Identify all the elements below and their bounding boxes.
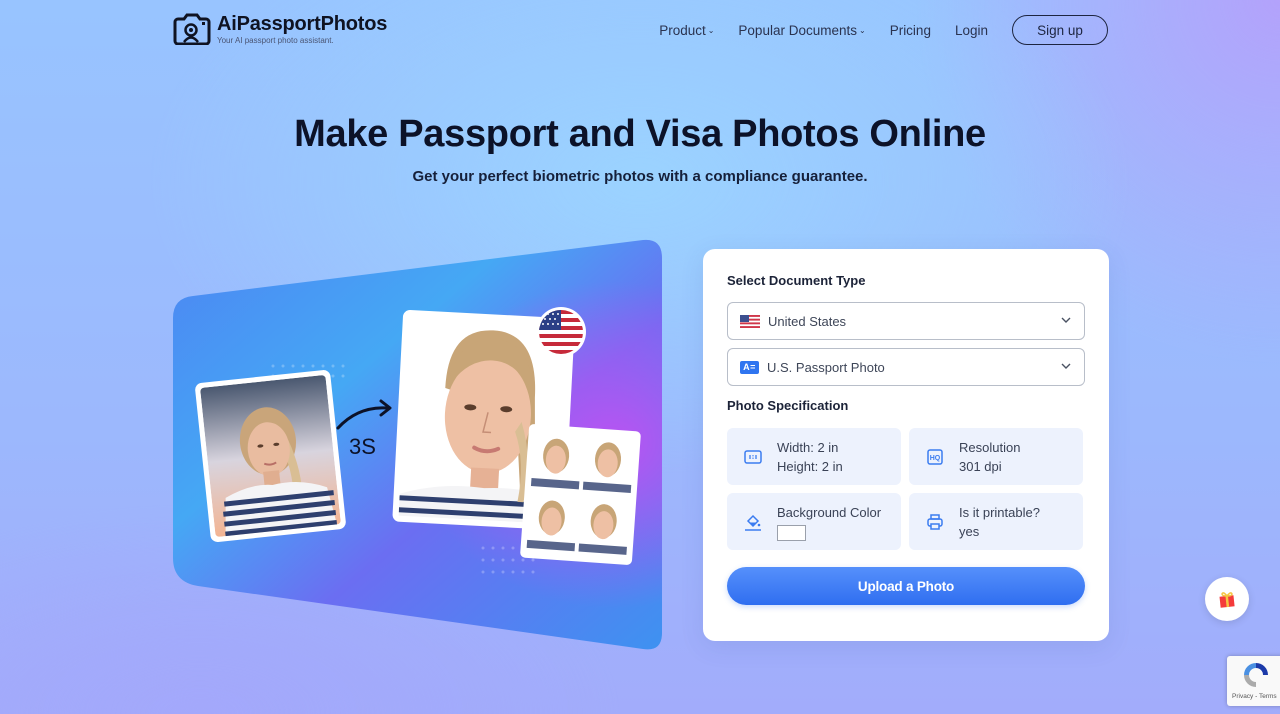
- spec-grid: Width: 2 in Height: 2 in HQ Resolution 3…: [727, 428, 1085, 550]
- spec-background-color: Background Color: [727, 493, 901, 550]
- document-selector-card: Select Document Type United States A= U.…: [703, 249, 1109, 641]
- processing-time-label: 3S: [349, 434, 376, 459]
- camera-logo-icon: [173, 13, 211, 45]
- nav-product[interactable]: Product ⌄: [659, 23, 714, 38]
- nav-popular-documents[interactable]: Popular Documents ⌄: [738, 23, 865, 38]
- country-select[interactable]: United States: [727, 302, 1085, 340]
- photo-specification-label: Photo Specification: [727, 398, 849, 413]
- aspect-ratio-icon: [744, 450, 762, 464]
- spec-printable: Is it printable? yes: [909, 493, 1083, 550]
- original-photo: [195, 370, 346, 542]
- spec-resolution-value: 301 dpi: [959, 459, 1002, 474]
- recaptcha-badge[interactable]: Privacy - Terms: [1227, 656, 1280, 706]
- brand-name: AiPassportPhotos: [217, 13, 388, 35]
- print-sheet: [520, 424, 641, 565]
- us-flag-icon: [740, 314, 760, 328]
- chevron-down-icon: [1061, 363, 1071, 369]
- printer-icon: [927, 514, 943, 530]
- recaptcha-icon: [1244, 663, 1268, 687]
- nav-login[interactable]: Login: [955, 23, 988, 38]
- upload-photo-button[interactable]: Upload a Photo: [727, 567, 1085, 605]
- brand-tagline: Your AI passport photo assistant.: [217, 36, 334, 45]
- gift-button[interactable]: [1205, 577, 1249, 621]
- country-select-value: United States: [768, 313, 847, 329]
- hq-resolution-icon: HQ: [927, 449, 943, 465]
- spec-height: Height: 2 in: [777, 459, 843, 474]
- spec-printable-label: Is it printable?: [959, 505, 1040, 520]
- id-card-icon: A=: [740, 360, 759, 374]
- chevron-down-icon: ⌄: [707, 26, 715, 35]
- hero-title: Make Passport and Visa Photos Online: [294, 113, 986, 155]
- us-flag-badge: [536, 307, 586, 357]
- spec-background-color-label: Background Color: [777, 505, 882, 520]
- spec-size: Width: 2 in Height: 2 in: [727, 428, 901, 485]
- select-document-label: Select Document Type: [727, 273, 866, 288]
- nav-pricing-label: Pricing: [889, 22, 931, 38]
- recaptcha-links[interactable]: Privacy - Terms: [1232, 693, 1277, 700]
- document-type-select-value: U.S. Passport Photo: [767, 359, 885, 375]
- svg-text:HQ: HQ: [930, 455, 941, 462]
- spec-printable-value: yes: [959, 524, 980, 539]
- hero-illustration: 3S: [173, 238, 663, 652]
- hero-subtitle: Get your perfect biometric photos with a…: [412, 168, 868, 185]
- nav-popular-documents-label: Popular Documents: [738, 22, 857, 38]
- spec-width: Width: 2 in: [777, 440, 839, 455]
- site-header: AiPassportPhotos Your AI passport photo …: [0, 0, 1280, 60]
- document-type-select[interactable]: A= U.S. Passport Photo: [727, 348, 1085, 386]
- chevron-down-icon: ⌄: [858, 26, 866, 35]
- nav-login-label: Login: [954, 22, 988, 38]
- chevron-down-icon: [1061, 317, 1071, 323]
- spec-resolution: HQ Resolution 301 dpi: [909, 428, 1083, 485]
- nav-pricing[interactable]: Pricing: [890, 23, 931, 38]
- background-color-swatch: [777, 525, 806, 541]
- paint-bucket-icon: [745, 514, 761, 531]
- signup-button[interactable]: Sign up: [1012, 15, 1108, 45]
- gift-icon: [1219, 592, 1235, 608]
- illustration-svg: 3S: [173, 239, 662, 650]
- main-nav: Product ⌄ Popular Documents ⌄ Pricing Lo…: [635, 15, 1108, 45]
- spec-resolution-label: Resolution: [959, 440, 1021, 455]
- brand-logo[interactable]: AiPassportPhotos Your AI passport photo …: [173, 13, 387, 46]
- nav-product-label: Product: [659, 22, 706, 38]
